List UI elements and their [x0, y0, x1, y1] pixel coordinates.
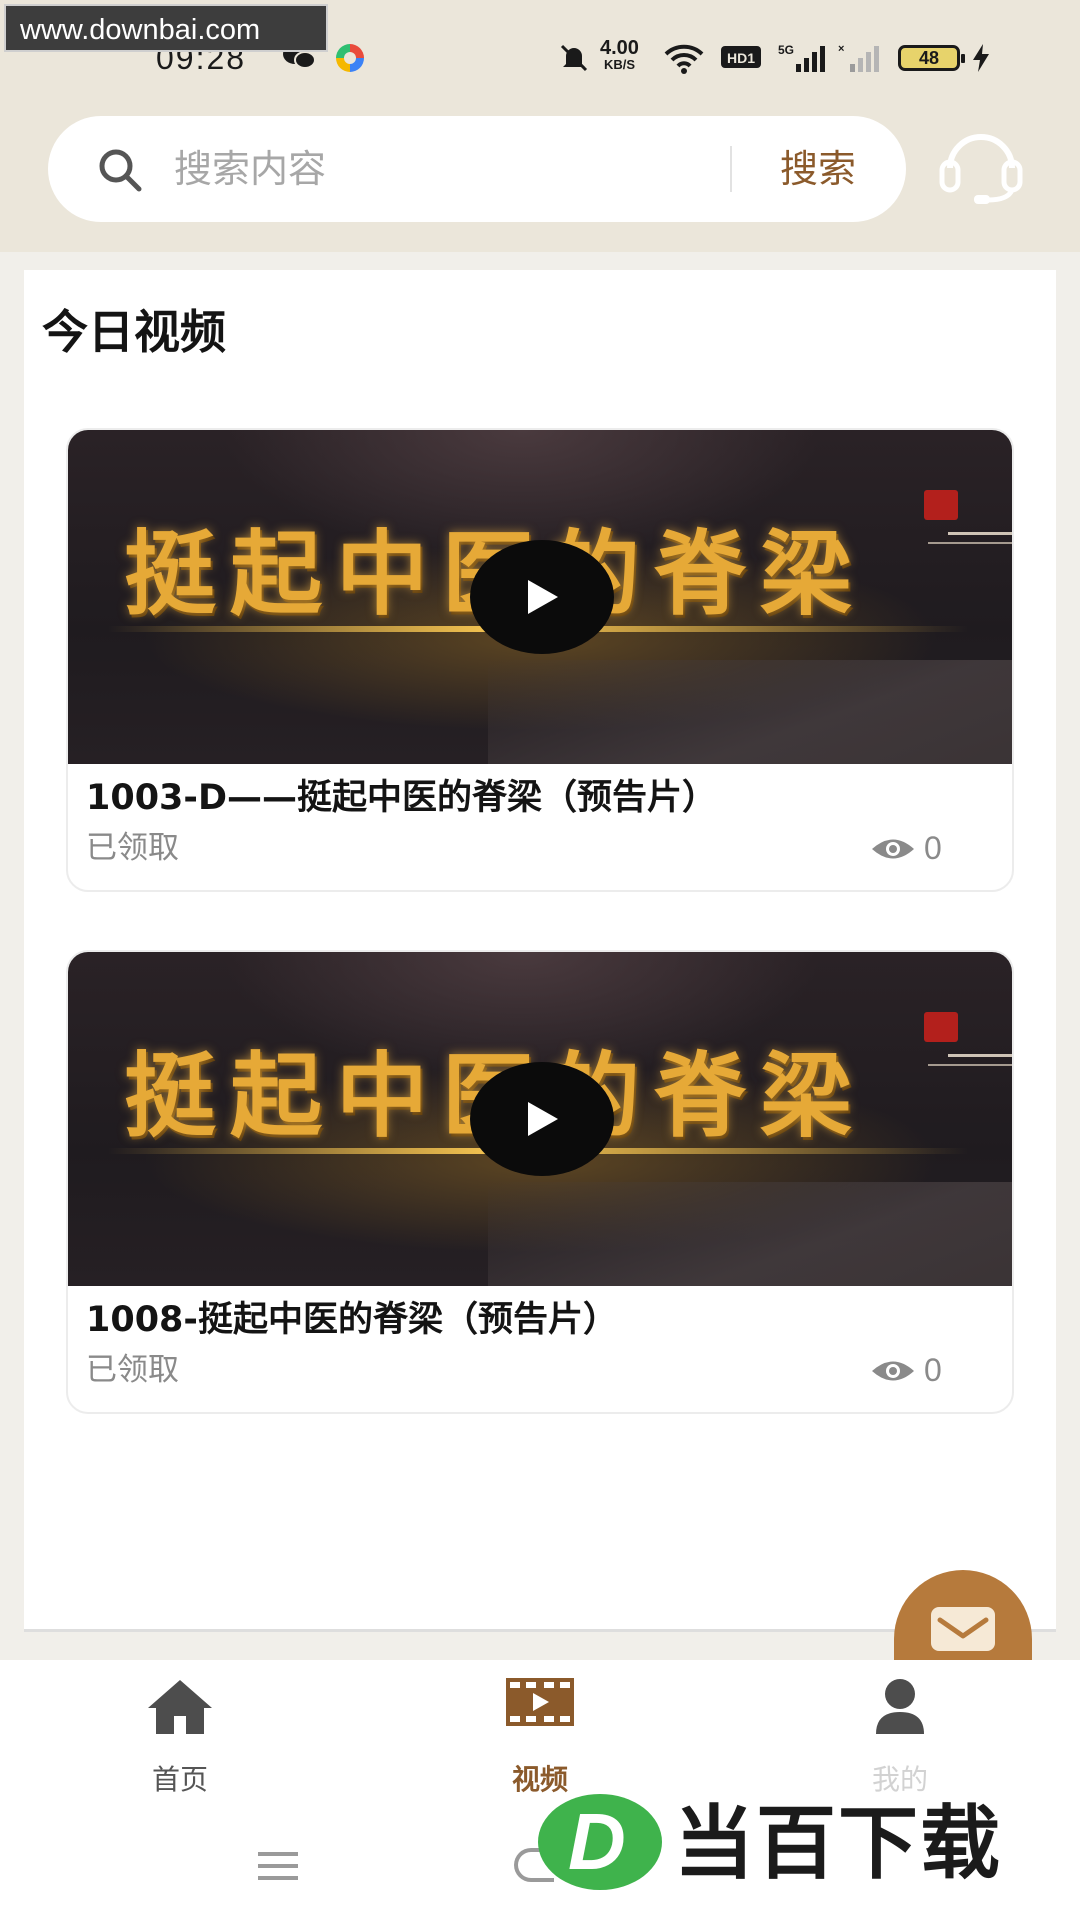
customer-service-icon[interactable] — [936, 124, 1026, 204]
thumbnail-ornament — [948, 1054, 1012, 1057]
brand-logo: D — [538, 1794, 662, 1890]
svg-text:HD1: HD1 — [727, 50, 755, 66]
signal-weak-icon: × — [838, 43, 879, 72]
brand-logo-letter: D — [568, 1797, 626, 1886]
video-thumbnail[interactable]: 挺起中医的脊梁 — [68, 952, 1012, 1286]
battery-indicator: 48 — [898, 45, 965, 71]
nav-item-video[interactable]: 视频 — [440, 1660, 640, 1800]
signal-5g-icon: 5G — [778, 43, 825, 72]
video-list-panel: 今日视频 挺起中医的脊梁 1003-D——挺起中医的脊梁（预告片） 已领取 0 … — [24, 270, 1056, 1632]
home-icon — [148, 1680, 212, 1734]
mail-icon — [931, 1607, 995, 1651]
thumbnail-great-wall — [488, 1182, 1012, 1286]
view-count: 0 — [924, 1352, 942, 1388]
section-title: 今日视频 — [42, 305, 226, 359]
site-watermark: www.downbai.com — [4, 4, 328, 52]
network-speed: 4.00 KB/S — [600, 38, 639, 72]
nav-item-mine[interactable]: 我的 — [800, 1660, 1000, 1800]
search-icon — [99, 149, 142, 192]
video-title[interactable]: 1003-D——挺起中医的脊梁（预告片） — [86, 774, 717, 822]
video-status: 已领取 — [86, 830, 179, 866]
thumbnail-great-wall — [488, 660, 1012, 764]
eye-icon — [872, 1361, 914, 1381]
mute-icon — [560, 44, 588, 72]
wifi-icon — [664, 44, 704, 74]
video-status: 已领取 — [86, 1352, 179, 1388]
eye-icon — [872, 839, 914, 859]
nav-label-home: 首页 — [151, 1763, 208, 1796]
thumbnail-seal — [924, 1012, 958, 1042]
hd-icon: HD1 — [721, 46, 761, 68]
video-card[interactable]: 挺起中医的脊梁 1008-挺起中医的脊梁（预告片） 已领取 0 — [66, 950, 1014, 1414]
play-button[interactable] — [470, 540, 614, 654]
nav-item-home[interactable]: 首页 — [80, 1660, 280, 1800]
thumbnail-ornament — [928, 542, 1012, 544]
search-button[interactable]: 搜索 — [748, 134, 888, 204]
thumbnail-ornament — [928, 1064, 1012, 1066]
user-icon — [876, 1679, 924, 1734]
play-button[interactable] — [470, 1062, 614, 1176]
brand-watermark: D 当百下载 — [538, 1790, 1074, 1900]
video-thumbnail[interactable]: 挺起中医的脊梁 — [68, 430, 1012, 764]
video-icon — [506, 1678, 574, 1726]
menu-icon[interactable] — [258, 1850, 298, 1882]
play-icon — [528, 1102, 558, 1136]
search-divider — [730, 146, 732, 192]
charging-icon — [973, 44, 989, 72]
search-bar: 搜索 — [48, 116, 906, 222]
video-title[interactable]: 1008-挺起中医的脊梁（预告片） — [86, 1296, 618, 1344]
app-notification-icon — [336, 44, 364, 72]
network-speed-unit: KB/S — [603, 57, 635, 72]
bottom-navigation: 首页 视频 我的 — [0, 1660, 1080, 1800]
view-count: 0 — [924, 830, 942, 866]
play-icon — [528, 580, 558, 614]
svg-text:5G: 5G — [778, 43, 794, 57]
thumbnail-ornament — [948, 532, 1012, 535]
svg-text:×: × — [838, 43, 844, 55]
search-input[interactable] — [174, 134, 734, 204]
brand-name: 当百下载 — [674, 1797, 1002, 1890]
network-speed-value: 4.00 — [600, 37, 639, 59]
video-card[interactable]: 挺起中医的脊梁 1003-D——挺起中医的脊梁（预告片） 已领取 0 — [66, 428, 1014, 892]
thumbnail-seal — [924, 490, 958, 520]
